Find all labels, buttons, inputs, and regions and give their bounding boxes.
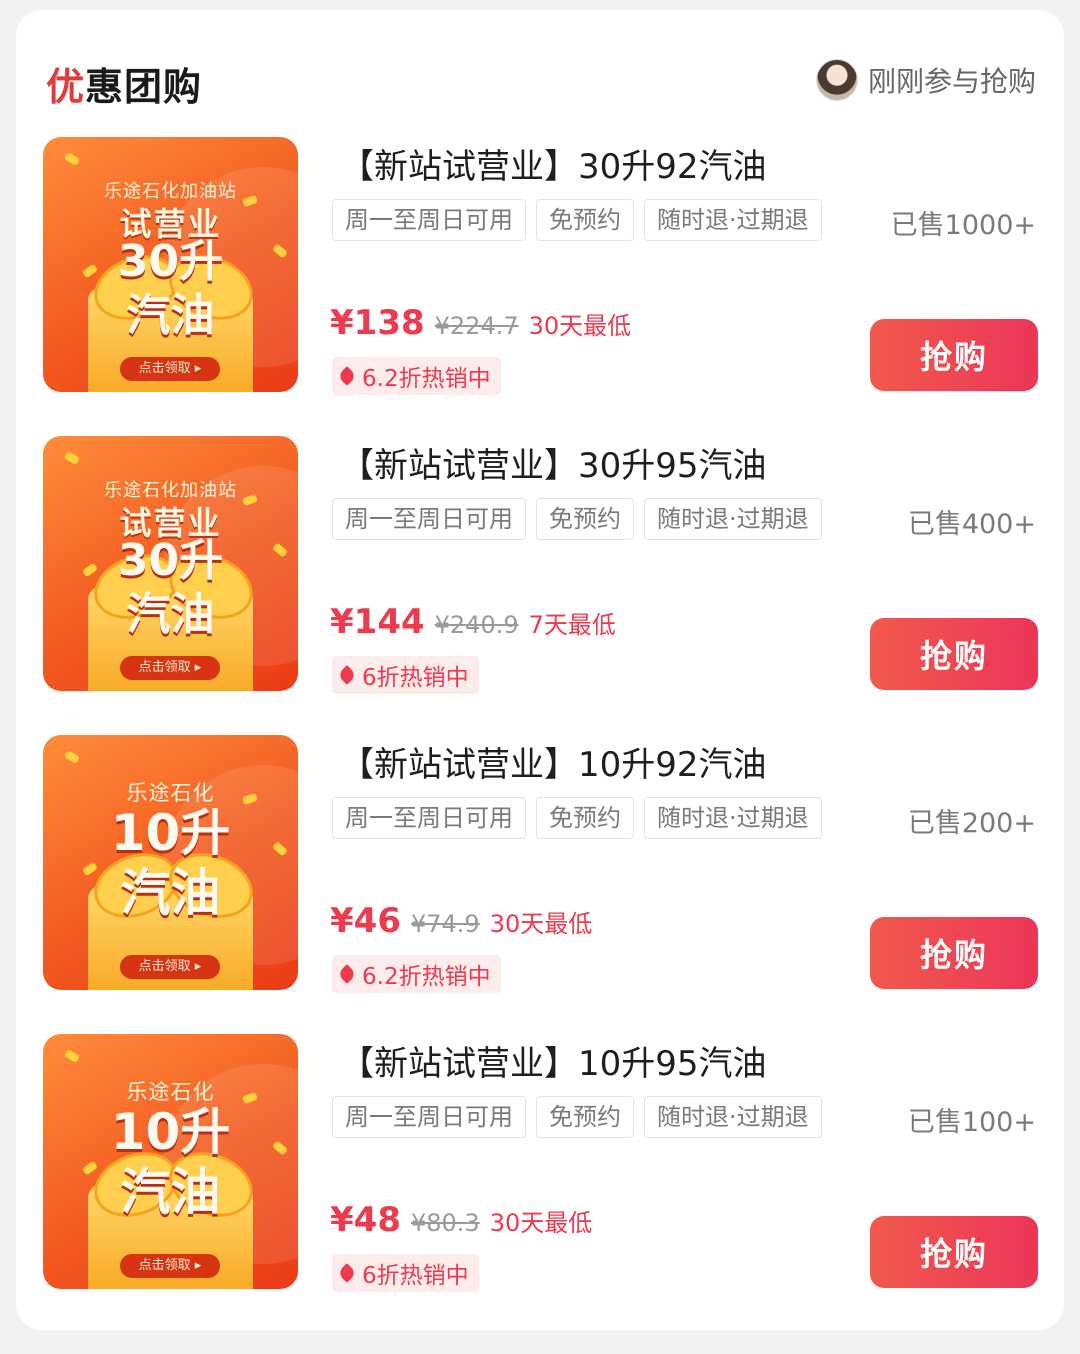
- current-price: ¥48: [330, 1200, 401, 1240]
- current-price: ¥144: [330, 602, 425, 642]
- deal-tags: 周一至周日可用 免预约 随时退·过期退: [332, 199, 822, 241]
- discount-text: 6折热销中: [362, 1263, 469, 1289]
- discount-text: 6.2折热销中: [362, 964, 491, 990]
- tag-no-reservation: 免预约: [536, 797, 634, 839]
- deal-thumbnail[interactable]: 乐途石化 10升 汽油 点击领取 ▸: [43, 735, 298, 990]
- sold-count: 已售200+: [907, 808, 1036, 839]
- tag-refund: 随时退·过期退: [644, 199, 822, 241]
- original-price: ¥240.9: [434, 611, 519, 639]
- price-tag-icon: [337, 665, 357, 685]
- buy-button[interactable]: 抢购: [870, 618, 1038, 690]
- thumb-fuel: 汽油: [120, 1163, 221, 1221]
- tag-no-reservation: 免预约: [536, 1096, 634, 1138]
- sold-count: 已售400+: [907, 509, 1036, 540]
- deal-item[interactable]: 乐途石化 10升 汽油 点击领取 ▸ 【新站试营业】10升92汽油 周一至周日可…: [0, 735, 1080, 995]
- lowest-price-label: 30天最低: [528, 312, 632, 340]
- thumb-fuel: 汽油: [126, 290, 215, 341]
- discount-text: 6折热销中: [362, 665, 469, 691]
- lowest-price-label: 7天最低: [528, 611, 616, 639]
- price-tag-icon: [337, 964, 357, 984]
- current-price: ¥46: [330, 901, 401, 941]
- thumb-volume: 30升: [117, 535, 224, 586]
- buy-button[interactable]: 抢购: [870, 319, 1038, 391]
- deal-thumbnail[interactable]: 乐途石化加油站 试营业 30升 汽油 点击领取 ▸: [43, 436, 298, 691]
- tag-no-reservation: 免预约: [536, 498, 634, 540]
- thumb-volume: 30升: [117, 236, 224, 287]
- tag-no-reservation: 免预约: [536, 199, 634, 241]
- section-title: 优惠团购: [46, 56, 202, 111]
- price-row: ¥48 ¥80.3 30天最低: [330, 1200, 592, 1240]
- deal-thumbnail[interactable]: 乐途石化加油站 试营业 30升 汽油 点击领取 ▸: [43, 137, 298, 392]
- buy-button[interactable]: 抢购: [870, 1216, 1038, 1288]
- price-row: ¥46 ¥74.9 30天最低: [330, 901, 592, 941]
- thumb-claim-pill: 点击领取 ▸: [120, 955, 220, 979]
- price-row: ¥138 ¥224.7 30天最低: [330, 303, 631, 343]
- original-price: ¥224.7: [434, 312, 519, 340]
- deal-item[interactable]: 乐途石化加油站 试营业 30升 汽油 点击领取 ▸ 【新站试营业】30升92汽油…: [0, 137, 1080, 397]
- price-tag-icon: [337, 1263, 357, 1283]
- discount-badge: 6.2折热销中: [332, 955, 501, 993]
- deal-tags: 周一至周日可用 免预约 随时退·过期退: [332, 797, 822, 839]
- tag-availability: 周一至周日可用: [332, 498, 526, 540]
- price-row: ¥144 ¥240.9 7天最低: [330, 602, 616, 642]
- thumb-claim-pill: 点击领取 ▸: [120, 1254, 220, 1278]
- deal-thumbnail[interactable]: 乐途石化 10升 汽油 点击领取 ▸: [43, 1034, 298, 1289]
- thumb-volume: 10升: [110, 804, 231, 862]
- lowest-price-label: 30天最低: [489, 1209, 593, 1237]
- price-tag-icon: [337, 366, 357, 386]
- deal-tags: 周一至周日可用 免预约 随时退·过期退: [332, 1096, 822, 1138]
- thumb-volume: 10升: [110, 1103, 231, 1161]
- tag-availability: 周一至周日可用: [332, 797, 526, 839]
- thumb-claim-pill: 点击领取 ▸: [120, 357, 220, 381]
- lowest-price-label: 30天最低: [489, 910, 593, 938]
- thumb-shop-name: 乐途石化: [126, 1080, 215, 1104]
- sold-count: 已售1000+: [890, 210, 1036, 241]
- tag-refund: 随时退·过期退: [644, 498, 822, 540]
- tag-availability: 周一至周日可用: [332, 199, 526, 241]
- tag-refund: 随时退·过期退: [644, 1096, 822, 1138]
- deal-title[interactable]: 【新站试营业】10升92汽油: [340, 737, 767, 786]
- current-price: ¥138: [330, 303, 425, 343]
- thumb-fuel: 汽油: [120, 864, 221, 922]
- deal-item[interactable]: 乐途石化 10升 汽油 点击领取 ▸ 【新站试营业】10升95汽油 周一至周日可…: [0, 1034, 1080, 1294]
- discount-badge: 6折热销中: [332, 656, 479, 694]
- discount-text: 6.2折热销中: [362, 366, 491, 392]
- thumb-claim-pill: 点击领取 ▸: [120, 656, 220, 680]
- section-title-rest: 惠团购: [85, 65, 203, 109]
- thumb-fuel: 汽油: [126, 589, 215, 640]
- recent-buyers-text: 刚刚参与抢购: [867, 65, 1036, 98]
- deal-title[interactable]: 【新站试营业】10升95汽油: [340, 1036, 767, 1085]
- deal-title[interactable]: 【新站试营业】30升95汽油: [340, 438, 767, 487]
- discount-badge: 6折热销中: [332, 1254, 479, 1292]
- section-title-accent: 优: [46, 65, 86, 109]
- thumb-shop-name: 乐途石化: [126, 781, 215, 805]
- sold-count: 已售100+: [907, 1107, 1036, 1138]
- avatar: [815, 59, 858, 101]
- original-price: ¥74.9: [410, 910, 480, 938]
- tag-refund: 随时退·过期退: [644, 797, 822, 839]
- deal-item[interactable]: 乐途石化加油站 试营业 30升 汽油 点击领取 ▸ 【新站试营业】30升95汽油…: [0, 436, 1080, 696]
- buy-button[interactable]: 抢购: [870, 917, 1038, 989]
- deal-tags: 周一至周日可用 免预约 随时退·过期退: [332, 498, 822, 540]
- original-price: ¥80.3: [410, 1209, 480, 1237]
- recent-buyers[interactable]: 刚刚参与抢购: [815, 58, 1036, 102]
- discount-badge: 6.2折热销中: [332, 357, 501, 395]
- deal-title[interactable]: 【新站试营业】30升92汽油: [340, 139, 767, 188]
- tag-availability: 周一至周日可用: [332, 1096, 526, 1138]
